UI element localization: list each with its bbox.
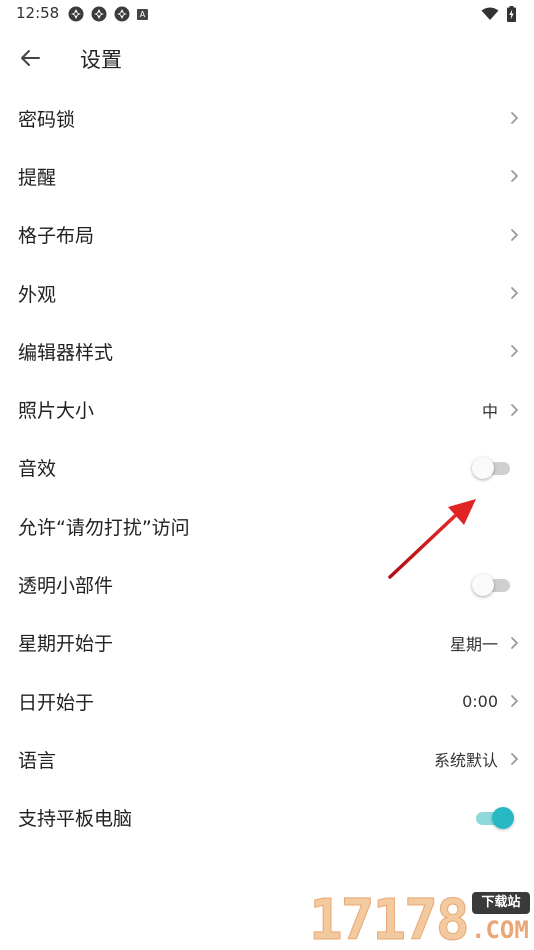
chevron-right-icon [511,170,518,183]
setting-label: 星期开始于 [18,633,114,656]
setting-label: 密码锁 [18,108,76,131]
setting-value: 星期一 [449,634,498,654]
chevron-right-icon [511,695,518,708]
setting-label: 编辑器样式 [18,341,114,364]
chevron-right-icon [511,753,518,766]
setting-value: 系统默认 [433,751,498,771]
settings-cog-icon [114,6,130,22]
setting-value: 中 [481,401,498,421]
status-bar: 12:58 A [0,0,534,28]
setting-row-reminder[interactable]: 提醒 [0,147,534,205]
chevron-right-icon [511,112,518,125]
setting-label: 支持平板电脑 [18,808,133,831]
chevron-right-icon [511,228,518,241]
wifi-icon [481,7,499,20]
setting-label: 外观 [18,283,57,306]
tablet-support-toggle[interactable] [472,805,514,831]
setting-label: 透明小部件 [18,575,114,598]
setting-row-appearance[interactable]: 外观 [0,264,534,322]
back-button[interactable] [12,42,48,74]
status-right-icons [481,6,516,22]
settings-screen: 12:58 A 设置 密码锁 提醒 格子布局 外观 编辑器样式 照片大小 中 音… [0,0,534,950]
app-bar: 设置 [0,28,534,88]
settings-cog-icon [68,6,84,22]
setting-row-sound-effects: 音效 [0,439,534,497]
watermark-logo: 17178 下载站 .COM [305,886,534,950]
setting-label: 音效 [18,458,57,481]
settings-list: 密码锁 提醒 格子布局 外观 编辑器样式 照片大小 中 音效 允许“请勿打扰”访… [0,89,534,847]
a-letter-icon: A [137,8,148,20]
setting-value: 0:00 [462,691,498,711]
setting-label: 日开始于 [18,691,95,714]
setting-label: 允许“请勿打扰”访问 [18,516,190,539]
setting-row-week-start[interactable]: 星期开始于 星期一 [0,614,534,672]
setting-row-day-start[interactable]: 日开始于 0:00 [0,672,534,730]
annotation-arrow-icon [388,499,476,579]
setting-label: 照片大小 [18,400,95,423]
notification-icons: A [68,6,148,22]
page-title: 设置 [80,48,122,72]
sound-effects-toggle[interactable] [472,455,514,481]
chevron-right-icon [511,287,518,299]
setting-label: 语言 [18,749,57,772]
toggle-thumb [472,456,494,479]
setting-label: 提醒 [18,166,57,189]
setting-row-tablet-support: 支持平板电脑 [0,789,534,847]
watermark-badge: 下载站 [472,892,530,914]
watermark-domain: .COM [471,916,529,944]
status-time: 12:58 [16,4,60,22]
watermark-digits: 17178 [309,888,471,950]
setting-label: 格子布局 [18,225,95,248]
setting-row-grid-layout[interactable]: 格子布局 [0,206,534,264]
settings-cog-icon [91,6,107,22]
battery-charging-icon [507,6,516,22]
chevron-right-icon [511,345,518,358]
setting-row-password-lock[interactable]: 密码锁 [0,89,534,147]
toggle-thumb [492,806,514,829]
arrow-left-icon [21,50,40,66]
chevron-right-icon [511,403,518,416]
chevron-right-icon [511,636,518,649]
setting-row-editor-style[interactable]: 编辑器样式 [0,322,534,380]
setting-row-language[interactable]: 语言 系统默认 [0,730,534,788]
setting-row-photo-size[interactable]: 照片大小 中 [0,380,534,438]
